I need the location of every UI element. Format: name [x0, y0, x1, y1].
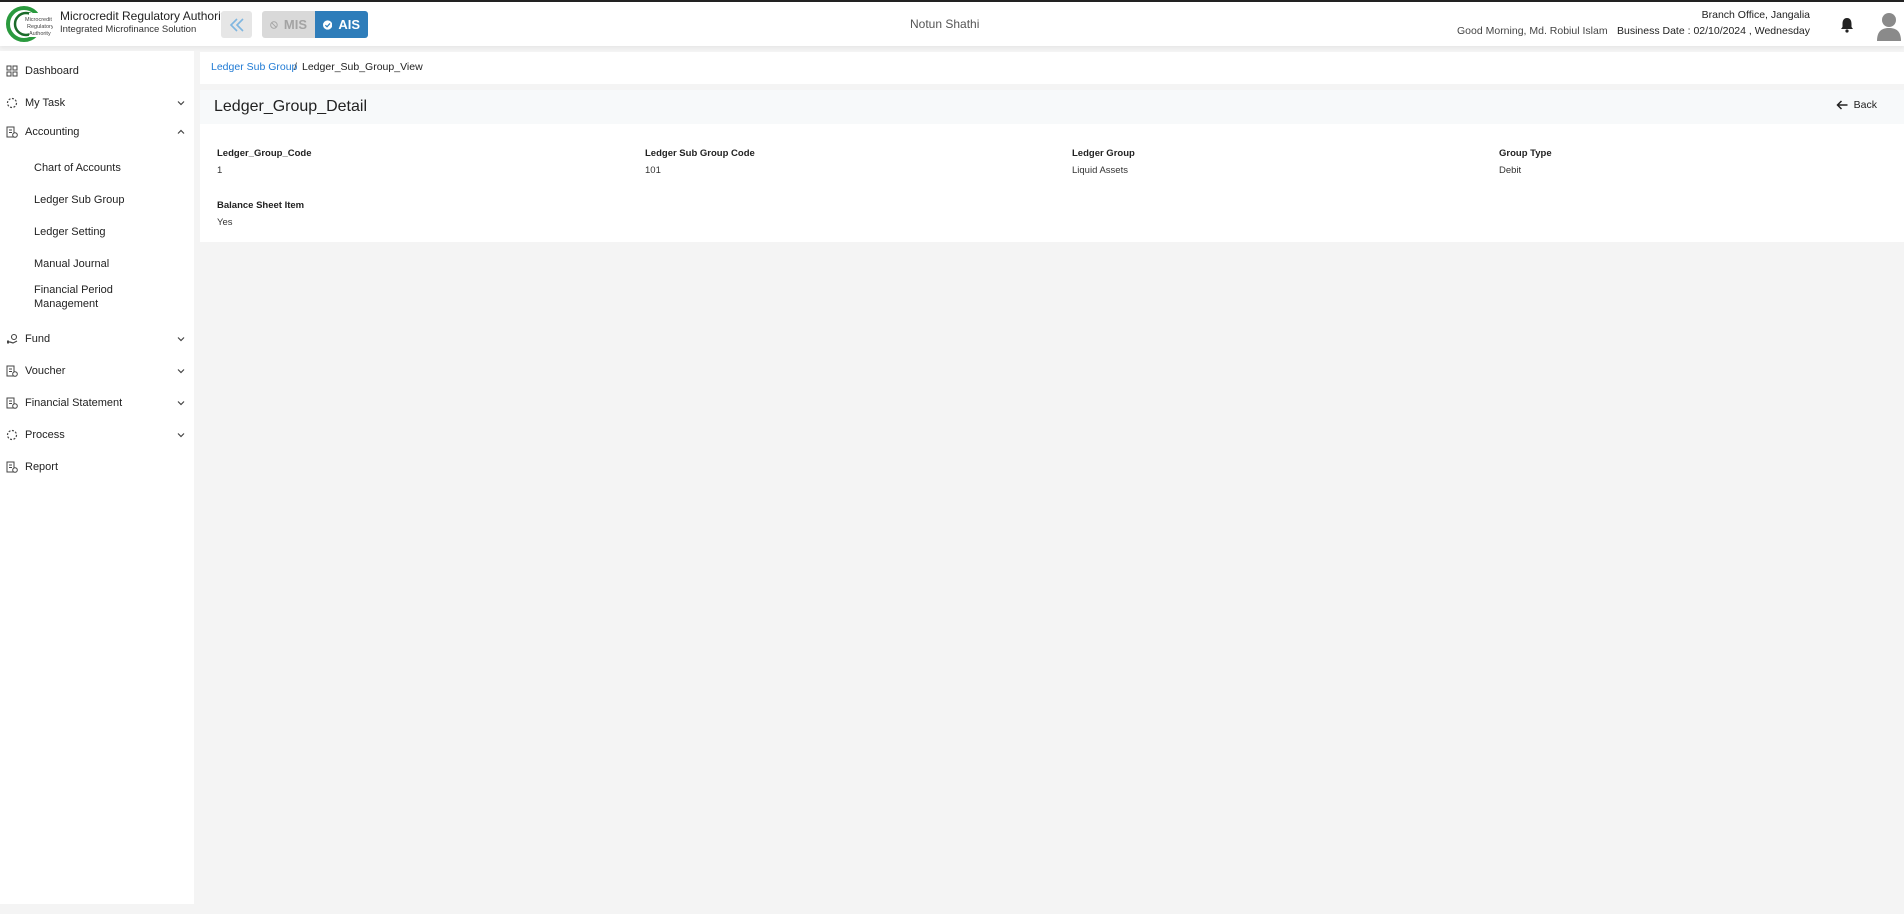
sidebar-item-label: Financial Statement	[25, 397, 123, 409]
sidebar-item-label: Accounting	[25, 126, 80, 138]
center-name: Notun Shathi	[910, 17, 980, 31]
sidebar-item-label: Report	[25, 461, 59, 473]
sidebar-subitem-chart-of-accounts[interactable]: Chart of Accounts	[34, 161, 184, 175]
detail-panel-header: Ledger_Group_Detail Back	[200, 90, 1904, 124]
field-value: 1	[217, 165, 223, 176]
branch-name: Branch Office, Jangalia	[1701, 9, 1810, 21]
field-ledger-group-code: Ledger_Group_Code 1	[217, 148, 312, 176]
dashed-circle-icon	[6, 97, 18, 109]
business-date: Business Date : 02/10/2024 , Wednesday	[1616, 25, 1810, 37]
sidebar-item-label: Process	[25, 429, 65, 441]
sidebar-item-dashboard[interactable]: Dashboard	[0, 60, 194, 82]
sidebar-item-financial-statement[interactable]: Financial Statement	[0, 392, 194, 414]
breadcrumb-current: Ledger_Sub_Group_View	[302, 61, 423, 73]
detail-panel: Ledger_Group_Detail Back Ledger_Group_Co…	[200, 90, 1904, 242]
sidebar-subitem-ledger-setting[interactable]: Ledger Setting	[34, 225, 184, 239]
svg-text:Regulatory: Regulatory	[27, 24, 53, 30]
back-button-label: Back	[1853, 99, 1877, 111]
chevron-down-icon	[177, 369, 185, 374]
chevron-down-icon	[177, 101, 185, 106]
arrow-left-icon	[1836, 100, 1848, 110]
ledger-icon	[6, 126, 18, 138]
sidebar-item-label: Fund	[25, 333, 51, 345]
sidebar: Dashboard My Task Accounting Chart of Ac…	[0, 51, 194, 904]
field-value: Debit	[1499, 165, 1522, 176]
ledger-icon	[6, 365, 18, 377]
sidebar-subitem-ledger-sub-group[interactable]: Ledger Sub Group	[34, 193, 184, 207]
chevron-down-icon	[177, 401, 185, 406]
collapse-sidebar-button[interactable]	[221, 11, 252, 38]
svg-text:Authority: Authority	[29, 31, 51, 37]
ledger-icon	[6, 397, 18, 409]
org-subtitle: Integrated Microfinance Solution	[60, 24, 197, 35]
org-title: Microcredit Regulatory Authority	[60, 9, 231, 23]
page-title: Ledger_Group_Detail	[214, 98, 367, 115]
field-value: Liquid Assets	[1072, 165, 1128, 176]
top-header: Microcredit Regulatory Authority Microcr…	[0, 0, 1904, 46]
field-label: Balance Sheet Item	[217, 200, 305, 211]
field-label: Ledger Group	[1072, 148, 1135, 159]
field-label: Ledger Sub Group Code	[645, 148, 755, 159]
svg-text:Microcredit: Microcredit	[25, 17, 52, 23]
breadcrumb: Ledger Sub Group / Ledger_Sub_Group_View	[200, 52, 1904, 84]
double-chevron-left-icon	[229, 17, 244, 32]
chevron-down-icon	[177, 433, 185, 438]
breadcrumb-separator: /	[294, 61, 297, 73]
module-switcher: MIS AIS	[262, 11, 368, 38]
mra-logo-icon: Microcredit Regulatory Authority	[6, 6, 53, 42]
breadcrumb-link-ledger-sub-group[interactable]: Ledger Sub Group	[211, 61, 297, 73]
dashed-circle-icon	[6, 429, 18, 441]
sidebar-subitem-manual-journal[interactable]: Manual Journal	[34, 257, 184, 271]
ledger-icon	[6, 461, 18, 473]
sidebar-item-fund[interactable]: Fund	[0, 328, 194, 350]
mis-module-button[interactable]: MIS	[262, 11, 315, 38]
ais-module-label: AIS	[338, 17, 360, 32]
ais-module-button[interactable]: AIS	[315, 11, 368, 38]
field-value: 101	[645, 165, 661, 176]
grid-icon	[6, 65, 18, 77]
field-balance-sheet-item: Balance Sheet Item Yes	[217, 200, 304, 228]
sidebar-item-label: Dashboard	[25, 65, 79, 77]
sidebar-item-label: Voucher	[25, 365, 66, 377]
chevron-up-icon	[177, 129, 185, 134]
field-label: Group Type	[1499, 148, 1552, 159]
field-label: Ledger_Group_Code	[217, 148, 312, 159]
field-group-type: Group Type Debit	[1499, 148, 1552, 176]
user-avatar-icon[interactable]	[1876, 11, 1902, 41]
sidebar-subitem-financial-period-management[interactable]: Financial Period Management	[34, 283, 144, 311]
sidebar-item-report[interactable]: Report	[0, 456, 194, 478]
bell-icon[interactable]	[1838, 16, 1856, 34]
sidebar-item-label: My Task	[25, 97, 66, 109]
sidebar-item-process[interactable]: Process	[0, 424, 194, 446]
check-circle-icon	[323, 19, 333, 30]
mis-module-label: MIS	[283, 17, 307, 32]
greeting-text: Good Morning, Md. Robiul Islam	[1457, 25, 1608, 37]
hand-coin-icon	[7, 333, 18, 344]
back-button[interactable]: Back	[1836, 99, 1877, 111]
ban-icon	[270, 20, 278, 29]
field-value: Yes	[217, 217, 233, 228]
chevron-down-icon	[177, 337, 185, 342]
field-ledger-group: Ledger Group Liquid Assets	[1072, 148, 1135, 176]
sidebar-item-voucher[interactable]: Voucher	[0, 360, 194, 382]
field-ledger-sub-group-code: Ledger Sub Group Code 101	[645, 148, 755, 176]
sidebar-item-accounting[interactable]: Accounting	[0, 121, 194, 143]
sidebar-item-my-task[interactable]: My Task	[0, 92, 194, 114]
